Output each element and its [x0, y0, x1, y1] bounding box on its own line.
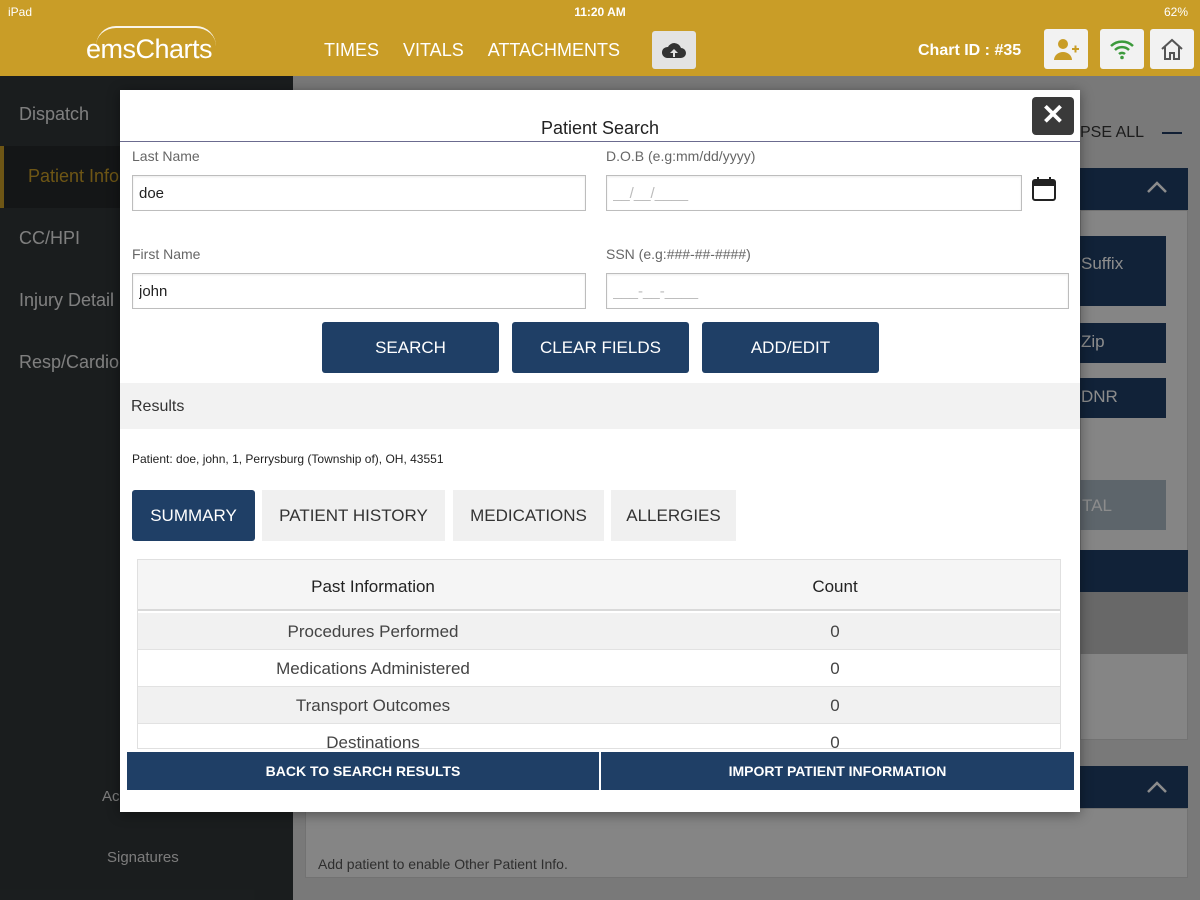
import-patient-information-button[interactable]: IMPORT PATIENT INFORMATION	[601, 752, 1074, 790]
row-label: Procedures Performed	[287, 622, 459, 641]
add-person-button[interactable]	[1044, 29, 1088, 69]
row-count: 0	[830, 733, 840, 749]
nav-tab-vitals[interactable]: VITALS	[403, 40, 464, 61]
row-count: 0	[830, 696, 840, 715]
home-button[interactable]	[1150, 29, 1194, 69]
calendar-icon[interactable]	[1031, 176, 1057, 202]
table-row: Transport Outcomes 0	[138, 687, 1060, 724]
status-time: 11:20 AM	[574, 5, 626, 19]
home-icon	[1161, 38, 1183, 60]
battery-level: 62%	[1163, 5, 1188, 19]
patient-search-modal: Patient Search ✕ Last Name D.O.B (e.g:mm…	[120, 90, 1080, 812]
row-count: 0	[830, 622, 840, 641]
tab-allergies[interactable]: ALLERGIES	[611, 490, 736, 541]
nav-tab-times[interactable]: TIMES	[324, 40, 379, 61]
table-header: Past Information Count	[138, 560, 1060, 611]
results-header: Results	[120, 383, 1080, 429]
close-button[interactable]: ✕	[1032, 97, 1074, 135]
app-logo: emsCharts	[86, 34, 213, 64]
row-label: Destinations	[326, 733, 420, 749]
add-person-icon	[1054, 39, 1079, 60]
tab-summary[interactable]: SUMMARY	[132, 490, 255, 541]
table-row: Medications Administered 0	[138, 650, 1060, 687]
results-label: Results	[131, 398, 185, 415]
dob-label: D.O.B (e.g:mm/dd/yyyy)	[606, 148, 756, 164]
row-label: Medications Administered	[276, 659, 470, 678]
first-name-input[interactable]	[132, 273, 586, 309]
top-nav-tabs: TIMES VITALS ATTACHMENTS	[324, 40, 620, 61]
ssn-label: SSN (e.g:###-##-####)	[606, 246, 751, 262]
chart-id: Chart ID : #35	[918, 42, 1022, 59]
row-label: Transport Outcomes	[295, 696, 451, 715]
back-to-search-results-button[interactable]: BACK TO SEARCH RESULTS	[127, 752, 599, 790]
tab-patient-history[interactable]: PATIENT HISTORY	[262, 490, 445, 541]
last-name-input[interactable]	[132, 175, 586, 211]
table-row: Procedures Performed 0	[138, 613, 1060, 650]
patient-result[interactable]: Patient: doe, john, 1, Perrysburg (Towns…	[132, 452, 444, 466]
tab-medications[interactable]: MEDICATIONS	[453, 490, 604, 541]
wifi-button[interactable]	[1100, 29, 1144, 69]
dob-input[interactable]	[606, 175, 1022, 211]
first-name-label: First Name	[132, 246, 201, 262]
device-status-bar: iPad 11:20 AM 62%	[0, 0, 1200, 24]
close-icon: ✕	[1041, 99, 1065, 130]
title-divider	[120, 141, 1080, 142]
ssn-input[interactable]	[606, 273, 1069, 309]
nav-tab-attachments[interactable]: ATTACHMENTS	[488, 40, 620, 61]
row-count: 0	[830, 659, 840, 678]
clear-fields-button[interactable]: CLEAR FIELDS	[512, 322, 689, 373]
column-header-count: Count	[812, 577, 858, 596]
wifi-icon	[1110, 40, 1134, 60]
column-header-past-information: Past Information	[311, 577, 435, 596]
cloud-upload-icon	[661, 43, 686, 58]
table-row: Destinations 0	[138, 724, 1060, 749]
last-name-label: Last Name	[132, 148, 200, 164]
search-button[interactable]: SEARCH	[322, 322, 499, 373]
add-edit-button[interactable]: ADD/EDIT	[702, 322, 879, 373]
cloud-upload-button[interactable]	[652, 31, 696, 69]
modal-title: Patient Search	[540, 118, 660, 138]
summary-table[interactable]: Past Information Count Procedures Perfor…	[137, 559, 1061, 749]
